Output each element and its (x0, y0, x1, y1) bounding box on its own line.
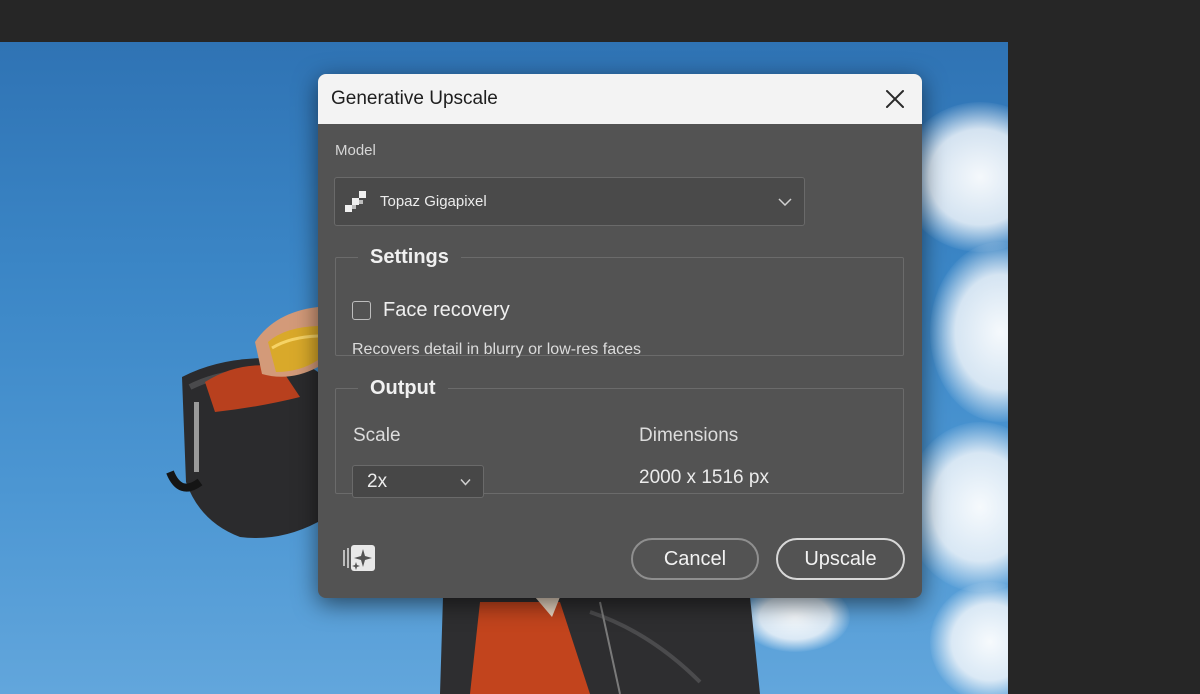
generative-upscale-dialog: Generative Upscale Model Topaz Gigapixel… (318, 74, 922, 598)
face-recovery-description: Recovers detail in blurry or low-res fac… (352, 341, 641, 358)
model-dropdown[interactable]: Topaz Gigapixel (334, 177, 805, 226)
chevron-down-icon (778, 197, 792, 206)
dimensions-label: Dimensions (639, 425, 739, 446)
face-recovery-row[interactable]: Face recovery (352, 299, 510, 322)
generative-sparkle-icon[interactable] (342, 544, 376, 572)
face-recovery-label: Face recovery (383, 299, 510, 321)
scale-dropdown[interactable]: 2x (352, 465, 484, 498)
output-title: Output (370, 377, 436, 399)
face-recovery-checkbox[interactable] (352, 301, 371, 320)
settings-group: Settings Face recovery Recovers detail i… (335, 246, 904, 358)
dialog-titlebar[interactable]: Generative Upscale (318, 74, 922, 124)
dialog-body: Model Topaz Gigapixel Settings Face reco… (318, 124, 922, 598)
settings-title: Settings (370, 246, 449, 268)
model-selected-value: Topaz Gigapixel (380, 193, 487, 210)
dimensions-value: 2000 x 1516 px (639, 467, 769, 488)
upscale-button[interactable]: Upscale (776, 538, 905, 580)
close-icon (886, 90, 904, 108)
topaz-logo-icon (345, 190, 366, 212)
close-button[interactable] (878, 82, 912, 116)
dialog-title: Generative Upscale (331, 88, 498, 109)
scale-label: Scale (353, 425, 401, 446)
chevron-down-icon (460, 478, 471, 485)
scale-selected-value: 2x (367, 470, 388, 492)
model-label: Model (335, 142, 376, 159)
output-group: Output Scale 2x Dimensions 2000 x 1516 p… (335, 377, 904, 498)
cancel-button[interactable]: Cancel (631, 538, 759, 580)
